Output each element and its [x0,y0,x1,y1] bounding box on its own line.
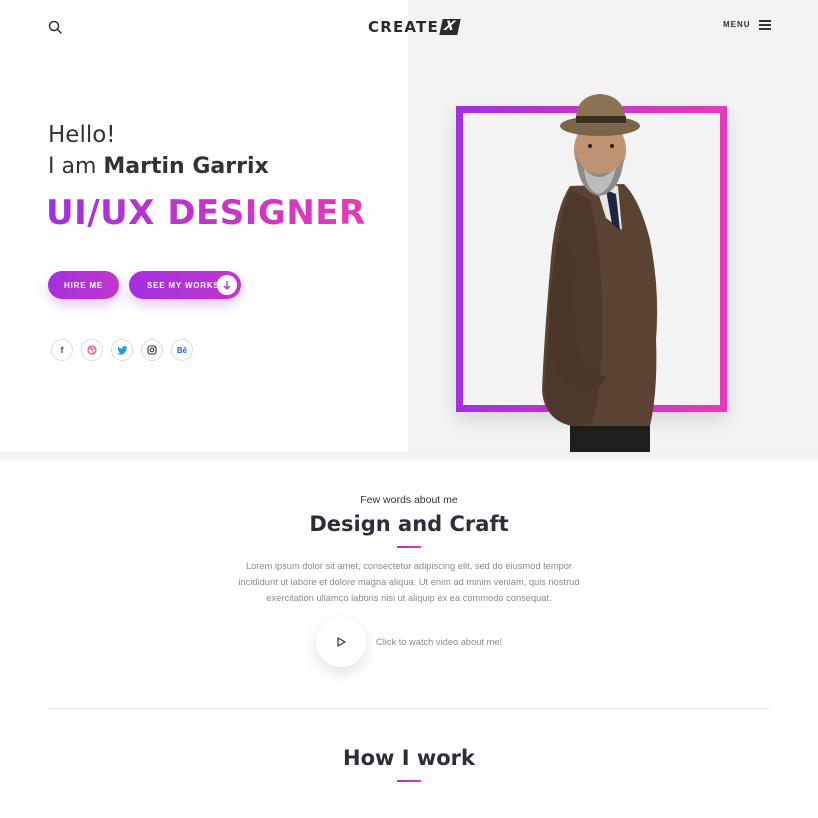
section-divider [48,708,770,709]
about-paragraph: Lorem ipsum dolor sit amet, consectetur … [0,558,818,606]
about-paragraph-line: Lorem ipsum dolor sit amet, consectetur … [245,561,573,571]
facebook-icon[interactable]: f [51,339,73,361]
hero-greeting: Hello! [48,122,116,148]
hero-role: UI/UX DESIGNER [46,193,366,233]
see-my-works-button[interactable]: SEE MY WORKS [129,271,241,299]
hero-section: CREATE X MENU Hello! I am Martin Garrix … [0,0,818,452]
hero-intro: I am Martin Garrix [48,154,269,179]
how-i-work-underline [397,780,421,782]
about-paragraph-line: exercitation ullamco laboris nisi ut ali… [266,593,552,603]
social-links: f Bē [51,339,193,361]
about-paragraph-line: incididunt ut labore et dolore magna ali… [238,577,580,587]
see-my-works-label: SEE MY WORKS [147,280,220,290]
menu-button[interactable]: MENU [723,20,771,30]
about-kicker: Few words about me [360,494,458,506]
instagram-icon[interactable] [141,339,163,361]
about-title: Design and Craft [309,512,509,536]
page: CREATE X MENU Hello! I am Martin Garrix … [0,0,818,818]
dribbble-icon[interactable] [81,339,103,361]
portrait-photo [542,94,658,452]
arrow-down-icon [217,275,237,295]
behance-icon[interactable]: Bē [171,339,193,361]
play-video-button[interactable] [316,617,366,667]
play-icon [337,637,346,647]
how-i-work-title: How I work [343,746,475,770]
hero-intro-prefix: I am [48,154,97,179]
hero-shadow [0,452,818,466]
hire-me-button[interactable]: HIRE ME [48,271,119,299]
hamburger-icon [758,20,771,30]
search-icon[interactable] [48,20,62,34]
hire-me-label: HIRE ME [64,280,103,290]
about-title-underline [397,546,421,548]
twitter-icon[interactable] [111,339,133,361]
logo-text: CREATE [368,18,439,36]
logo-mark: X [439,19,461,35]
site-logo[interactable]: CREATE X [368,17,461,37]
video-caption[interactable]: Click to watch video about me! [376,637,502,647]
hero-name: Martin Garrix [103,154,269,179]
menu-label: MENU [723,20,751,29]
